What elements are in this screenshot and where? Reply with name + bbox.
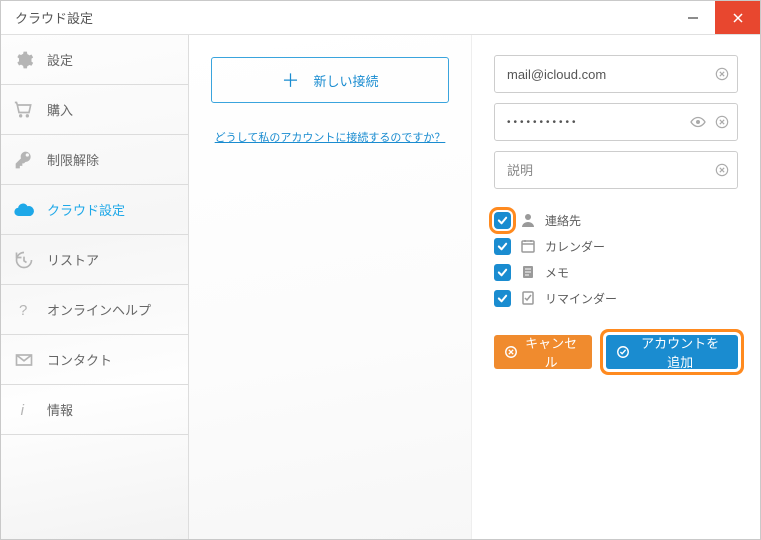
option-label: カレンダー bbox=[545, 238, 605, 255]
add-account-button[interactable]: アカウントを追加 bbox=[606, 335, 738, 369]
checkbox[interactable] bbox=[494, 290, 511, 307]
reminder-icon bbox=[519, 289, 537, 307]
sidebar-item-label: クラウド設定 bbox=[47, 200, 125, 219]
info-icon: i bbox=[13, 399, 35, 421]
clear-icon[interactable] bbox=[714, 66, 730, 82]
option-calendar[interactable]: カレンダー bbox=[494, 237, 738, 255]
option-label: メモ bbox=[545, 264, 569, 281]
email-trail bbox=[714, 55, 730, 93]
add-label: アカウントを追加 bbox=[636, 333, 724, 371]
app-window: クラウド設定 設定 購入 制限解除 bbox=[0, 0, 761, 540]
form-panel: 連絡先 カレンダー メモ リマインダー bbox=[472, 35, 760, 539]
option-reminders[interactable]: リマインダー bbox=[494, 289, 738, 307]
svg-text:?: ? bbox=[19, 302, 27, 319]
checkbox[interactable] bbox=[494, 212, 511, 229]
gear-icon bbox=[13, 49, 35, 71]
option-label: リマインダー bbox=[545, 290, 617, 307]
option-notes[interactable]: メモ bbox=[494, 263, 738, 281]
sidebar-item-contact[interactable]: コンタクト bbox=[1, 335, 188, 385]
sidebar-item-label: 情報 bbox=[47, 400, 73, 419]
why-connect-link[interactable]: どうして私のアカウントに接続するのですか？ bbox=[211, 129, 449, 145]
window-title: クラウド設定 bbox=[15, 8, 93, 27]
middle-panel: ＋ 新しい接続 どうして私のアカウントに接続するのですか？ bbox=[189, 35, 472, 539]
restore-icon bbox=[13, 249, 35, 271]
new-connection-button[interactable]: ＋ 新しい接続 bbox=[211, 57, 449, 103]
sidebar: 設定 購入 制限解除 クラウド設定 リストア ? オンラインヘルプ bbox=[1, 35, 189, 539]
description-field[interactable] bbox=[494, 151, 738, 189]
email-field-wrap bbox=[494, 55, 738, 93]
sidebar-item-label: 設定 bbox=[47, 50, 73, 69]
sync-options: 連絡先 カレンダー メモ リマインダー bbox=[494, 211, 738, 307]
password-field-wrap bbox=[494, 103, 738, 141]
sidebar-item-restore[interactable]: リストア bbox=[1, 235, 188, 285]
memo-icon bbox=[519, 263, 537, 281]
plus-icon: ＋ bbox=[281, 67, 299, 93]
cancel-button[interactable]: キャンセル bbox=[494, 335, 592, 369]
svg-text:i: i bbox=[21, 402, 25, 419]
app-body: 設定 購入 制限解除 クラウド設定 リストア ? オンラインヘルプ bbox=[1, 35, 760, 539]
titlebar: クラウド設定 bbox=[1, 1, 760, 35]
sidebar-item-purchase[interactable]: 購入 bbox=[1, 85, 188, 135]
sidebar-item-online-help[interactable]: ? オンラインヘルプ bbox=[1, 285, 188, 335]
cart-icon bbox=[13, 99, 35, 121]
sidebar-item-label: リストア bbox=[47, 250, 99, 269]
mail-icon bbox=[13, 349, 35, 371]
sidebar-item-cloud-settings[interactable]: クラウド設定 bbox=[1, 185, 188, 235]
clear-icon[interactable] bbox=[714, 162, 730, 178]
cloud-icon bbox=[13, 199, 35, 221]
sidebar-item-unlock[interactable]: 制限解除 bbox=[1, 135, 188, 185]
eye-icon[interactable] bbox=[690, 114, 706, 130]
window-controls bbox=[670, 1, 760, 34]
sidebar-item-settings[interactable]: 設定 bbox=[1, 35, 188, 85]
help-icon: ? bbox=[13, 299, 35, 321]
sidebar-item-info[interactable]: i 情報 bbox=[1, 385, 188, 435]
description-trail bbox=[714, 151, 730, 189]
email-field[interactable] bbox=[494, 55, 738, 93]
contact-icon bbox=[519, 211, 537, 229]
calendar-icon bbox=[519, 237, 537, 255]
checkbox[interactable] bbox=[494, 264, 511, 281]
option-label: 連絡先 bbox=[545, 212, 581, 229]
sidebar-item-label: 制限解除 bbox=[47, 150, 99, 169]
cancel-label: キャンセル bbox=[524, 333, 578, 371]
sidebar-item-label: コンタクト bbox=[47, 350, 112, 369]
password-trail bbox=[690, 103, 730, 141]
description-field-wrap bbox=[494, 151, 738, 189]
minimize-button[interactable] bbox=[670, 1, 715, 34]
check-circle-icon bbox=[616, 344, 630, 360]
cancel-icon bbox=[504, 344, 518, 360]
close-button[interactable] bbox=[715, 1, 760, 34]
new-connection-label: 新しい接続 bbox=[313, 71, 378, 90]
checkbox[interactable] bbox=[494, 238, 511, 255]
clear-icon[interactable] bbox=[714, 114, 730, 130]
key-icon bbox=[13, 149, 35, 171]
option-contacts[interactable]: 連絡先 bbox=[494, 211, 738, 229]
sidebar-item-label: 購入 bbox=[47, 100, 73, 119]
action-row: キャンセル アカウントを追加 bbox=[494, 335, 738, 369]
sidebar-item-label: オンラインヘルプ bbox=[47, 300, 151, 319]
